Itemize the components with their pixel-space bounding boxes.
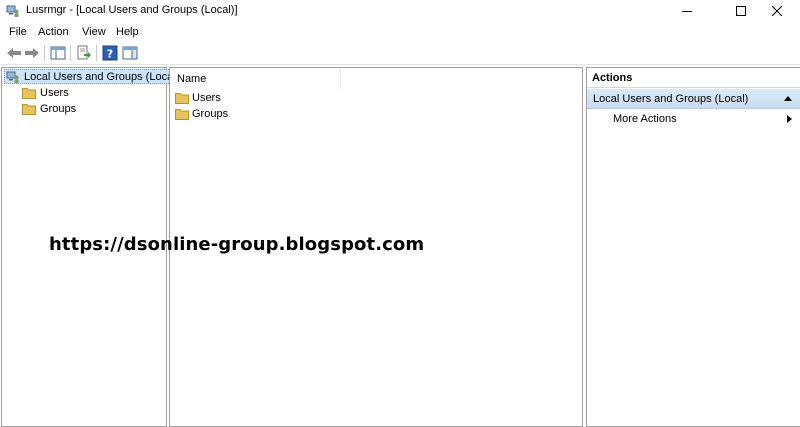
folder-icon [22,104,36,115]
close-button[interactable] [754,0,800,22]
tree-item-root[interactable]: Local Users and Groups (Local) [4,69,184,84]
forward-arrow-icon [25,48,39,58]
tree-item-users[interactable]: Users [22,85,69,101]
maximize-icon [736,6,746,16]
computer-users-icon [6,4,20,18]
folder-icon [175,109,189,120]
toolbar-separator [96,45,97,61]
more-actions-item[interactable]: More Actions [613,113,677,125]
menu-file[interactable]: File [9,26,27,38]
show-action-pane-icon [122,46,138,60]
folder-icon [175,93,189,104]
help-icon: ? [102,45,118,61]
svg-text:?: ? [107,48,113,61]
toolbar-separator [70,45,71,61]
folder-icon [22,88,36,99]
actions-section-title: Local Users and Groups (Local) [593,93,749,105]
toolbar-separator [44,45,45,61]
back-button[interactable] [6,45,22,61]
help-button[interactable]: ? [102,45,118,61]
actions-header: Actions [587,68,800,88]
tree-item-label: Users [40,87,69,99]
submenu-arrow-icon [787,115,792,123]
show-console-tree-icon [50,46,66,60]
menu-action[interactable]: Action [38,26,69,38]
tree-item-label: Groups [40,103,77,115]
export-list-icon [77,45,91,60]
column-header-name[interactable]: Name [170,68,341,89]
window-title: Lusrmgr - [Local Users and Groups (Local… [26,4,238,16]
tree-item-groups[interactable]: Groups [22,101,76,117]
actions-section-header[interactable]: Local Users and Groups (Local) [587,89,800,109]
computer-users-icon [6,71,19,83]
list-item-groups[interactable]: Groups [175,106,228,122]
export-list-button[interactable] [76,45,92,61]
actions-pane: Actions Local Users and Groups (Local) M… [586,67,800,427]
show-console-tree-button[interactable] [50,45,66,61]
watermark-url: https://dsonline-group.blogspot.com [49,234,425,255]
toolbar: ? [0,41,800,65]
list-item-users[interactable]: Users [175,90,221,106]
tree-item-label: Local Users and Groups (Local) [24,70,180,83]
list-item-label: Users [192,92,221,104]
minimize-button[interactable] [664,0,710,22]
minimize-icon [682,11,692,12]
menu-help[interactable]: Help [116,26,139,38]
collapse-up-icon [784,96,792,101]
list-item-label: Groups [192,108,229,120]
title-bar[interactable]: Lusrmgr - [Local Users and Groups (Local… [0,0,800,22]
close-icon [772,6,782,16]
show-action-pane-button[interactable] [122,45,138,61]
menu-bar: File Action View Help [0,22,800,41]
menu-view[interactable]: View [82,26,106,38]
forward-button[interactable] [24,45,40,61]
back-arrow-icon [7,48,21,58]
